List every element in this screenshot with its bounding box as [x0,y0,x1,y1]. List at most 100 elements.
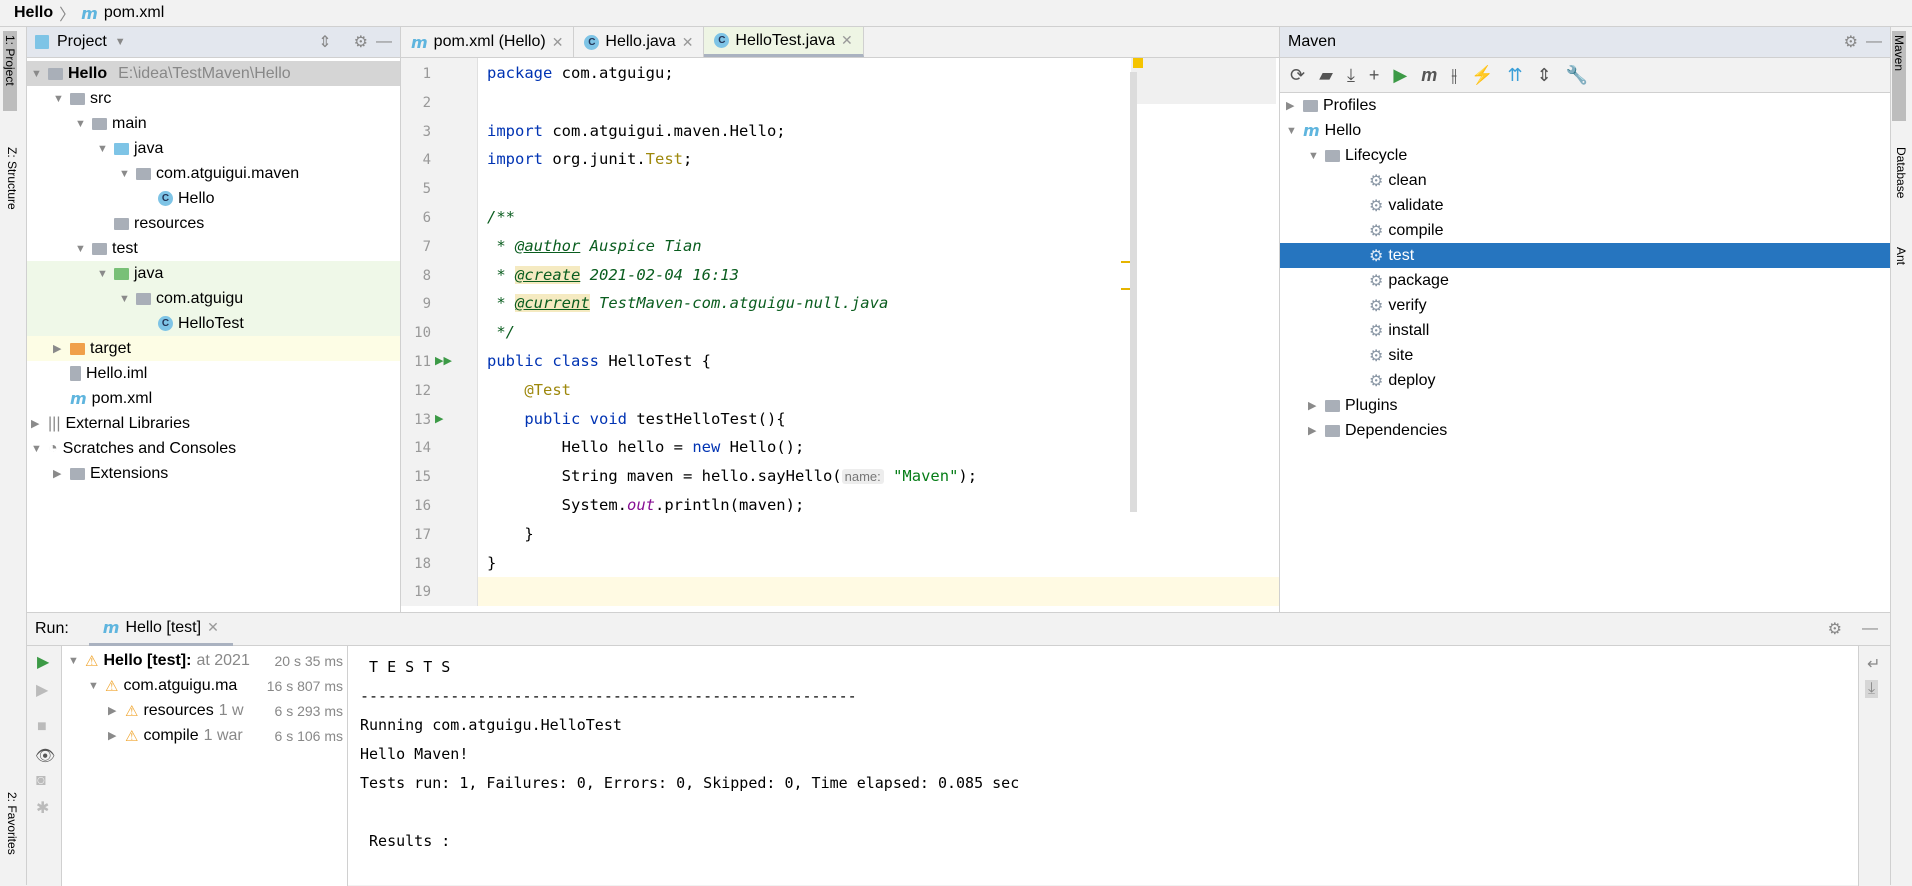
scroll-to-end-icon[interactable]: ⤓ [1865,680,1879,698]
run-gutter-icon[interactable]: ▶▶ [435,354,452,367]
editor-tab[interactable]: C HelloTest.java ✕ [704,27,864,57]
eye-icon[interactable]: 👁 [35,746,55,766]
run-tree-item[interactable]: ▼ ⚠ com.atguigu.ma 16 s 807 ms [62,673,347,698]
console-scrollbar[interactable] [1845,708,1853,848]
tree-item[interactable]: ▼ main [27,111,400,136]
add-folder-icon[interactable]: ▰ [1319,65,1333,86]
toggle-offline-icon[interactable]: ⫲ [1451,65,1457,86]
run-tab[interactable]: m Hello [test] ✕ [88,613,233,646]
code-area[interactable]: 1 2 3 4 5 6 7 8 9 10 11 ▶▶ 12 13 ▶ 14 15 16 17 18 19 package… [401,58,1279,612]
breadcrumb-project[interactable]: Hello [14,4,53,22]
expanded-arrow-icon[interactable]: ▼ [1286,125,1298,137]
collapsed-arrow-icon[interactable]: ▶ [1308,399,1320,412]
maven-tree-item[interactable]: ⚙ deploy [1280,368,1890,393]
gear-icon[interactable]: ⚙ [354,32,368,52]
download-icon[interactable]: ⤓ [1347,65,1355,86]
camera-icon[interactable]: ◙ [36,772,46,790]
breadcrumb-file[interactable]: pom.xml [104,4,164,22]
expanded-arrow-icon[interactable]: ▼ [53,93,65,105]
collapsed-arrow-icon[interactable]: ▶ [108,729,120,742]
maven-tree-item[interactable]: ⚙ clean [1280,168,1890,193]
debug-icon[interactable]: ✱ [36,798,49,818]
close-icon[interactable]: ✕ [841,32,853,49]
maven-tree-item[interactable]: ▶ Plugins [1280,393,1890,418]
expanded-arrow-icon[interactable]: ▼ [88,680,100,692]
expanded-arrow-icon[interactable]: ▼ [97,268,109,280]
tree-item[interactable]: ▼ java [27,261,400,286]
maven-tree-item[interactable]: ⚙ test [1280,243,1890,268]
editor-tab[interactable]: m pom.xml (Hello) ✕ [401,27,575,57]
gear-icon[interactable]: ⚙ [1828,619,1842,639]
rerun-failed-icon[interactable]: ▶ [36,680,48,700]
tree-item[interactable]: C Hello [27,186,400,211]
tree-item[interactable]: C HelloTest [27,311,400,336]
expanded-arrow-icon[interactable]: ▼ [1308,150,1320,162]
tree-item[interactable]: ▼ src [27,86,400,111]
stop-icon[interactable]: ■ [37,718,47,736]
expanded-arrow-icon[interactable]: ▼ [68,655,80,667]
tree-item[interactable]: ▼ com.atguigui.maven [27,161,400,186]
collapsed-arrow-icon[interactable]: ▶ [1286,99,1298,112]
collapsed-arrow-icon[interactable]: ▶ [108,704,120,717]
maven-tool-tab[interactable]: Maven [1892,31,1906,121]
project-tool-tab[interactable]: 1: Project [3,31,17,111]
minimize-icon[interactable]: — [1862,620,1878,638]
expanded-arrow-icon[interactable]: ▼ [97,143,109,155]
expanded-arrow-icon[interactable]: ▼ [119,293,131,305]
project-view-selector[interactable]: Project [57,33,107,51]
run-gutter-icon[interactable]: ▶ [435,412,443,425]
maven-tree-item[interactable]: ▶ Profiles [1280,93,1890,118]
expanded-arrow-icon[interactable]: ▼ [119,168,131,180]
tree-item[interactable]: ▶ Extensions [27,461,400,486]
maven-tree-item[interactable]: ⚙ compile [1280,218,1890,243]
minimize-icon[interactable]: — [1866,33,1882,51]
collapsed-arrow-icon[interactable]: ▶ [1308,424,1320,437]
maven-tree-item[interactable]: ⚙ verify [1280,293,1890,318]
maven-goal-icon[interactable]: m [1421,65,1437,86]
editor-tab[interactable]: C Hello.java ✕ [574,27,705,57]
skip-tests-icon[interactable]: ⚡ [1471,65,1493,86]
structure-tool-tab[interactable]: Z: Structure [5,147,19,210]
tree-item[interactable]: Hello.iml [27,361,400,386]
maven-tree-item[interactable]: ⚙ install [1280,318,1890,343]
rerun-icon[interactable]: ▶ [37,652,49,672]
ant-tool-tab[interactable]: Ant [1894,247,1908,265]
gear-icon[interactable]: ⚙ [1844,32,1858,52]
tree-item[interactable]: ▶ target [27,336,400,361]
collapsed-arrow-icon[interactable]: ▶ [53,342,65,355]
database-tool-tab[interactable]: Database [1894,147,1908,198]
run-icon[interactable]: ▶ [1393,65,1407,86]
show-deps-icon[interactable]: ⇈ [1508,65,1523,86]
plus-icon[interactable]: + [1369,65,1380,86]
favorites-tool-tab[interactable]: 2: Favorites [5,792,19,855]
tree-item[interactable]: ▼ test [27,236,400,261]
soft-wrap-icon[interactable]: ↵ [1867,654,1880,674]
expanded-arrow-icon[interactable]: ▼ [75,243,87,255]
tree-item[interactable]: resources [27,211,400,236]
expanded-arrow-icon[interactable]: ▼ [75,118,87,130]
run-tree-item[interactable]: ▶ ⚠ compile 1 war 6 s 106 ms [62,723,347,748]
tree-item[interactable]: ▼ ◔ Scratches and Consoles [27,436,400,461]
minimize-icon[interactable]: — [376,33,392,51]
tree-item[interactable]: ▼ java [27,136,400,161]
maven-tree-item[interactable]: ▼ m Hello [1280,118,1890,143]
collapse-all-icon[interactable]: ⇕ [318,32,331,52]
maven-tree-item[interactable]: ⚙ package [1280,268,1890,293]
warning-indicator-icon[interactable] [1133,58,1143,68]
collapsed-arrow-icon[interactable]: ▶ [53,467,65,480]
collapse-icon[interactable]: ⇕ [1537,65,1552,86]
tree-item[interactable]: ▼ com.atguigu [27,286,400,311]
console-output[interactable]: T E S T S -------------------------------… [348,646,1858,886]
close-icon[interactable]: ✕ [682,34,694,51]
tree-item[interactable]: m pom.xml [27,386,400,411]
expanded-arrow-icon[interactable]: ▼ [31,68,43,80]
expanded-arrow-icon[interactable]: ▼ [31,443,43,455]
maven-tree-item[interactable]: ▼ Lifecycle [1280,143,1890,168]
tree-item[interactable]: ▶ ||| External Libraries [27,411,400,436]
run-tree-item[interactable]: ▶ ⚠ resources 1 w 6 s 293 ms [62,698,347,723]
collapsed-arrow-icon[interactable]: ▶ [31,417,43,430]
editor-scrollbar[interactable] [1130,72,1137,512]
maven-tree-item[interactable]: ▶ Dependencies [1280,418,1890,443]
close-icon[interactable]: ✕ [552,34,564,51]
chevron-down-icon[interactable]: ▼ [115,36,126,48]
